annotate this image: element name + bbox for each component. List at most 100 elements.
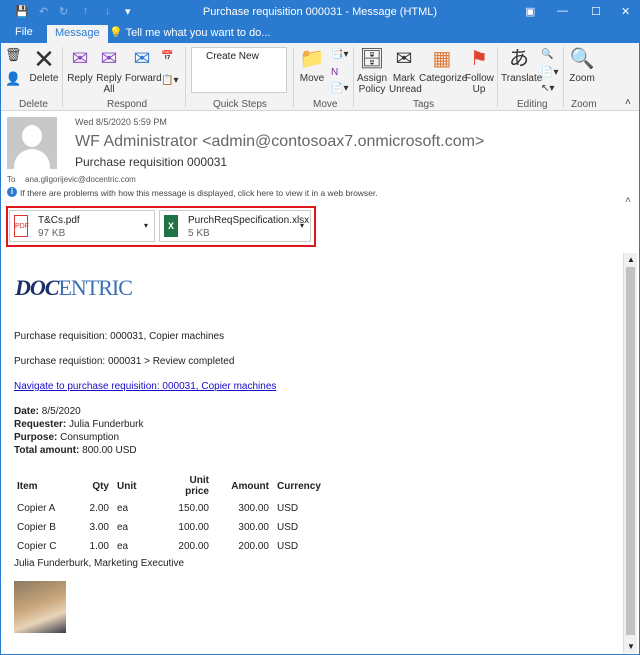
categorize-button[interactable]: ▦ Categorize xyxy=(419,47,468,84)
group-delete: Delete xyxy=(19,99,48,110)
forward-button[interactable]: ✉ Forward xyxy=(125,47,162,84)
reply-label: Reply xyxy=(67,73,93,84)
actions-icon[interactable]: 📄▾ xyxy=(331,83,348,94)
meeting-icon[interactable]: 📅 xyxy=(161,51,173,62)
reply-all-icon: ✉ xyxy=(100,48,118,70)
subject: Purchase requisition 000031 xyxy=(75,155,228,169)
group-zoom: Zoom xyxy=(571,99,597,110)
purpose-label: Purpose: xyxy=(14,432,58,443)
info-bar[interactable]: If there are problems with how this mess… xyxy=(20,188,378,198)
purpose-value: Consumption xyxy=(60,432,120,443)
move-button[interactable]: 📁 Move xyxy=(297,47,327,84)
reply-all-button[interactable]: ✉ Reply All xyxy=(95,47,123,95)
cell: 200.00 xyxy=(178,541,209,552)
follow-up-label: Follow Up xyxy=(465,73,494,95)
cell: 3.00 xyxy=(89,522,109,533)
assign-policy-label: Assign Policy xyxy=(356,73,387,95)
col-qty: Qty xyxy=(92,480,109,492)
magnifier-icon: 🔍 xyxy=(569,48,595,70)
ribbon-display-icon[interactable]: ▣ xyxy=(525,5,535,18)
body-line-1: Purchase requisition: 000031, Copier mac… xyxy=(14,331,225,342)
reply-icon: ✉ xyxy=(71,48,89,70)
follow-up-button[interactable]: ⚑ Follow Up xyxy=(465,47,494,95)
tab-file[interactable]: File xyxy=(15,26,33,38)
create-new-quick-step[interactable]: Create New xyxy=(206,51,259,62)
reply-button[interactable]: ✉ Reply xyxy=(65,47,95,84)
message-body: DOCENTRIC Purchase requisition: 000031, … xyxy=(1,253,623,653)
date-label: Date: xyxy=(14,406,40,417)
vertical-scrollbar[interactable]: ▲ ▼ xyxy=(623,253,637,653)
docentric-logo: DOCENTRIC xyxy=(15,275,133,300)
sent-date: Wed 8/5/2020 5:59 PM xyxy=(75,117,167,127)
tell-me-label: Tell me what you want to do... xyxy=(125,27,271,39)
move-label: Move xyxy=(299,73,325,84)
quick-steps-gallery[interactable]: Create New xyxy=(191,47,287,93)
minimize-icon[interactable]: — xyxy=(557,5,568,17)
tab-message[interactable]: Message xyxy=(47,25,108,43)
date-value: 8/5/2020 xyxy=(41,406,81,417)
forward-label: Forward xyxy=(125,73,162,84)
mark-unread-icon: ✉ xyxy=(395,48,413,70)
zoom-button[interactable]: 🔍 Zoom xyxy=(567,47,597,84)
junk-icon[interactable]: 👤 xyxy=(5,72,21,85)
find-icon[interactable]: 🔍 xyxy=(541,49,553,60)
cell: Copier C xyxy=(17,541,57,552)
assign-policy-button[interactable]: 🗄 Assign Policy xyxy=(355,47,389,95)
body-line-2: Purchase requistion: 000031 > Review com… xyxy=(14,356,235,367)
table-header: Item Qty Unit Unit price Amount Currency xyxy=(13,473,325,499)
translate-label: Translate xyxy=(501,73,543,84)
group-editing: Editing xyxy=(517,99,548,110)
ignore-icon[interactable]: 🗑 xyxy=(5,48,22,61)
sender-avatar xyxy=(7,117,57,169)
related-icon[interactable]: 📄▾ xyxy=(541,67,558,78)
more-respond-icon[interactable]: 📋▾ xyxy=(161,75,178,86)
cell: Copier B xyxy=(17,522,56,533)
delete-label: Delete xyxy=(29,73,59,84)
cell: USD xyxy=(277,541,299,552)
items-table: Item Qty Unit Unit price Amount Currency… xyxy=(13,473,325,556)
collapse-header-icon[interactable]: ˄ xyxy=(625,195,631,206)
cell: 1.00 xyxy=(89,541,109,552)
cell: 200.00 xyxy=(238,541,269,552)
navigate-link[interactable]: Navigate to purchase requisition: 000031… xyxy=(14,381,276,392)
cell: USD xyxy=(277,522,299,533)
collapse-ribbon-icon[interactable]: ˄ xyxy=(625,97,631,108)
select-icon[interactable]: ↖▾ xyxy=(541,83,554,94)
close-icon[interactable]: ✕ xyxy=(621,5,630,18)
maximize-icon[interactable]: ☐ xyxy=(591,5,601,18)
categorize-icon: ▦ xyxy=(432,48,452,70)
scroll-up-icon[interactable]: ▲ xyxy=(627,255,635,264)
onenote-icon[interactable]: N xyxy=(331,67,338,78)
sender[interactable]: WF Administrator <admin@contosoax7.onmic… xyxy=(75,133,484,151)
col-amount: Amount xyxy=(231,480,269,492)
delete-button[interactable]: ✕ Delete xyxy=(29,46,59,84)
mark-unread-button[interactable]: ✉ Mark Unread xyxy=(389,47,422,95)
scroll-thumb[interactable] xyxy=(626,267,635,635)
cell: 150.00 xyxy=(178,503,209,514)
group-tags: Tags xyxy=(413,99,435,110)
signature-photo xyxy=(14,581,66,633)
window-title: Purchase requisition 000031 - Message (H… xyxy=(202,6,438,18)
scroll-down-icon[interactable]: ▼ xyxy=(627,642,635,651)
rules-icon[interactable]: 📑▾ xyxy=(331,49,348,60)
tell-me-search[interactable]: 💡 Tell me what you want to do... xyxy=(109,26,270,39)
cell: ea xyxy=(117,522,129,533)
folder-icon: 📁 xyxy=(299,48,325,70)
table-row: Copier A 2.00 ea 150.00 300.00 USD xyxy=(13,499,325,518)
ribbon: 🗑 👤 ✕ Delete ✉ Reply ✉ Reply All ✉ Forward 📅… xyxy=(1,43,639,111)
recipient[interactable]: ana.gligorijevic@docentric.com xyxy=(25,175,136,184)
reply-all-label: Reply All xyxy=(96,73,122,95)
signature: Julia Funderburk, Marketing Executive xyxy=(14,558,185,569)
to-label: To xyxy=(7,175,16,184)
group-move: Move xyxy=(313,99,338,110)
translate-button[interactable]: あ Translate xyxy=(501,47,542,84)
cell: ea xyxy=(117,503,129,514)
forward-icon: ✉ xyxy=(133,48,151,70)
translate-icon: あ xyxy=(509,48,529,70)
title-bar: 💾 ↶ ↻ ↑ ↓ ▾ Purchase requisition 000031 … xyxy=(1,1,639,23)
categorize-label: Categorize xyxy=(419,73,468,84)
cell: USD xyxy=(277,503,299,514)
cell: ea xyxy=(117,541,129,552)
cell: 2.00 xyxy=(89,503,109,514)
lightbulb-icon: 💡 xyxy=(109,27,123,39)
